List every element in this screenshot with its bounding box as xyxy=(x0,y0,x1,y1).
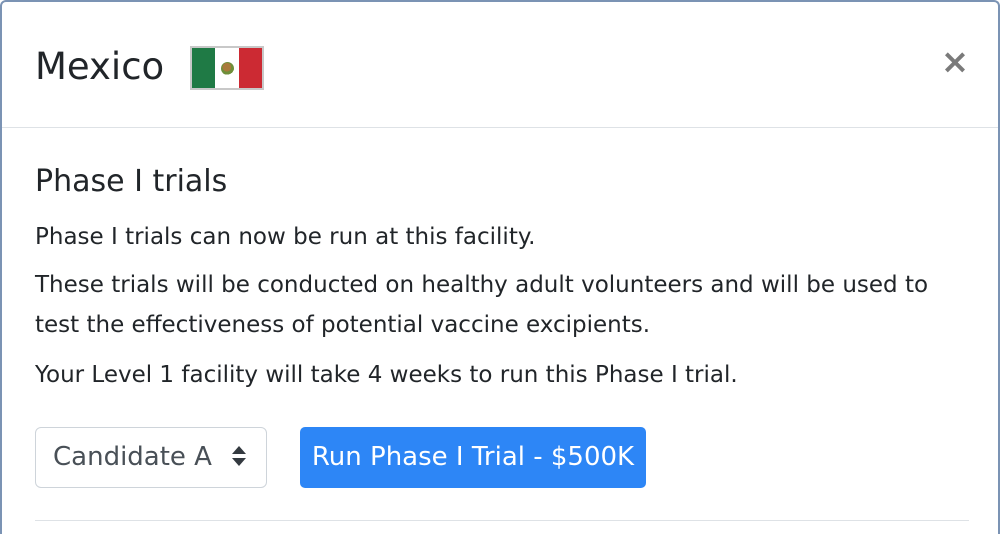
mexico-flag-icon xyxy=(190,46,264,90)
candidate-select-value: Candidate A xyxy=(53,442,212,472)
duration-text: Your Level 1 facility will take 4 weeks … xyxy=(35,362,738,388)
country-modal: Mexico × Phase I trials Phase I trials c… xyxy=(0,0,1000,534)
section-title: Phase I trials xyxy=(35,164,228,199)
select-arrows-icon xyxy=(232,445,246,469)
footer-divider xyxy=(35,520,969,521)
close-button[interactable]: × xyxy=(938,42,972,82)
flag-emblem-icon xyxy=(220,62,234,75)
candidate-select[interactable]: Candidate A xyxy=(35,427,267,488)
flag-red-stripe xyxy=(238,48,262,88)
availability-text: Phase I trials can now be run at this fa… xyxy=(35,224,536,250)
modal-header: Mexico × xyxy=(2,2,998,128)
flag-white-stripe xyxy=(215,48,239,88)
modal-title: Mexico xyxy=(35,45,165,88)
run-phase-one-trial-button[interactable]: Run Phase I Trial - $500K xyxy=(300,427,646,488)
trial-description-text: These trials will be conducted on health… xyxy=(35,272,929,338)
flag-green-stripe xyxy=(192,48,216,88)
